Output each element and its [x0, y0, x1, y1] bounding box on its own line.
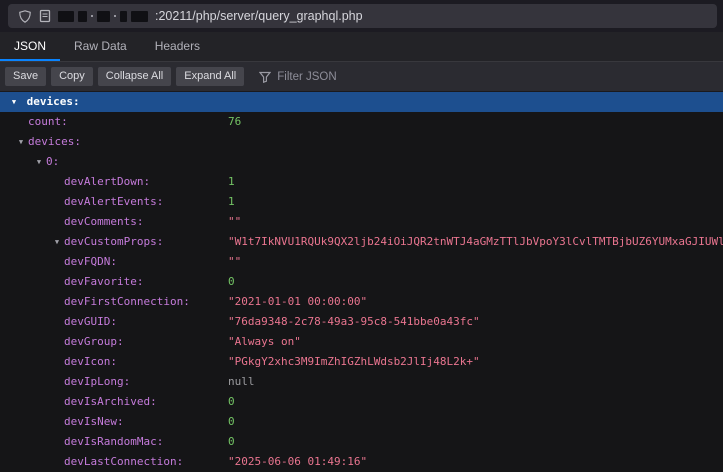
tracking-protection-shield-icon[interactable]: [18, 9, 32, 24]
json-value: "W1t7IkNVU1RQUk9QX2ljb24iOiJQR2tnWTJ4aGM…: [228, 232, 723, 252]
url-dot: [91, 15, 93, 17]
json-value: 0: [228, 272, 235, 292]
redacted-url-segment: [97, 11, 110, 22]
json-key: devIsRandomMac:: [64, 435, 163, 448]
json-row[interactable]: devIsArchived: 0: [0, 392, 723, 412]
json-root-row[interactable]: ▼ devices:: [0, 92, 723, 112]
json-row[interactable]: devIsNew: 0: [0, 412, 723, 432]
json-value: null: [228, 372, 255, 392]
json-value: "": [228, 252, 241, 272]
json-row[interactable]: devIpLong: null: [0, 372, 723, 392]
json-value: "2025-06-06 01:49:16": [228, 452, 367, 472]
json-tree: ▼ devices: count:76▼devices:▼0:devAlertD…: [0, 92, 723, 472]
json-value: "2021-01-01 00:00:00": [228, 292, 367, 312]
json-row[interactable]: devGUID: "76da9348-2c78-49a3-95c8-541bbe0…: [0, 312, 723, 332]
json-row[interactable]: ▼devices:: [0, 132, 723, 152]
json-key: devCustomProps:: [64, 235, 163, 248]
json-key: devGUID:: [64, 315, 117, 328]
save-button[interactable]: Save: [5, 67, 46, 86]
json-key: devices:: [28, 135, 81, 148]
json-key: devGroup:: [64, 335, 124, 348]
url-bar[interactable]: :20211/php/server/query_graphql.php: [8, 4, 717, 28]
json-key: count:: [28, 115, 68, 128]
url-dot: [114, 15, 116, 17]
browser-chrome: :20211/php/server/query_graphql.php: [0, 0, 723, 32]
filter-json-input[interactable]: [277, 71, 417, 83]
redacted-url-segment: [120, 11, 127, 22]
json-value: 1: [228, 172, 235, 192]
redacted-url-segment: [58, 11, 74, 22]
json-key: devices:: [27, 95, 80, 108]
redacted-url-segment: [78, 11, 87, 22]
json-row[interactable]: devIcon: "PGkgY2xhc3M9ImZhIGZhLWdsb2JlIj4…: [0, 352, 723, 372]
json-key: devIsArchived:: [64, 395, 157, 408]
json-key: devAlertEvents:: [64, 195, 163, 208]
json-row[interactable]: devFQDN: "": [0, 252, 723, 272]
twisty-icon[interactable]: ▼: [32, 152, 46, 172]
json-key: devIcon:: [64, 355, 117, 368]
copy-button[interactable]: Copy: [51, 67, 93, 86]
json-key: 0:: [46, 155, 59, 168]
json-key: devFQDN:: [64, 255, 117, 268]
json-key: devComments:: [64, 215, 143, 228]
json-key: devAlertDown:: [64, 175, 150, 188]
json-row[interactable]: devLastConnection: "2025-06-06 01:49:16": [0, 452, 723, 472]
filter-funnel-icon: [259, 71, 271, 83]
filter-box: [259, 71, 417, 83]
json-value: 1: [228, 192, 235, 212]
tab-headers[interactable]: Headers: [141, 32, 214, 61]
twisty-icon[interactable]: ▼: [14, 132, 28, 152]
twisty-icon[interactable]: ▼: [8, 92, 20, 112]
tab-json[interactable]: JSON: [0, 32, 60, 61]
json-row[interactable]: devComments: "": [0, 212, 723, 232]
json-row[interactable]: devGroup: "Always on": [0, 332, 723, 352]
json-toolbar: Save Copy Collapse All Expand All: [0, 62, 723, 92]
redacted-url-host: [58, 11, 148, 22]
json-row[interactable]: devIsRandomMac: 0: [0, 432, 723, 452]
json-row[interactable]: devAlertEvents: 1: [0, 192, 723, 212]
json-value: 0: [228, 432, 235, 452]
json-rows: count:76▼devices:▼0:devAlertDown:1devAle…: [0, 112, 723, 472]
json-row[interactable]: devAlertDown: 1: [0, 172, 723, 192]
tab-raw-data[interactable]: Raw Data: [60, 32, 141, 61]
json-viewer-tabbar: JSON Raw Data Headers: [0, 32, 723, 62]
json-value: "PGkgY2xhc3M9ImZhIGZhLWdsb2JlIj48L2k+": [228, 352, 480, 372]
site-identity-icon[interactable]: [39, 9, 51, 23]
redacted-url-segment: [131, 11, 148, 22]
collapse-all-button[interactable]: Collapse All: [98, 67, 171, 86]
json-key: devLastConnection:: [64, 455, 183, 468]
json-value: 76: [228, 112, 241, 132]
json-row[interactable]: devFavorite: 0: [0, 272, 723, 292]
json-value: 0: [228, 412, 235, 432]
json-row[interactable]: count: 76: [0, 112, 723, 132]
json-row[interactable]: devFirstConnection: "2021-01-01 00:00:00": [0, 292, 723, 312]
json-row[interactable]: ▼devCustomProps: "W1t7IkNVU1RQUk9QX2ljb24…: [0, 232, 723, 252]
json-row[interactable]: ▼0:: [0, 152, 723, 172]
json-value: "76da9348-2c78-49a3-95c8-541bbe0a43fc": [228, 312, 480, 332]
json-value: 0: [228, 392, 235, 412]
url-text[interactable]: :20211/php/server/query_graphql.php: [155, 9, 363, 23]
expand-all-button[interactable]: Expand All: [176, 67, 244, 86]
json-key: devIpLong:: [64, 375, 130, 388]
json-value: "Always on": [228, 332, 301, 352]
twisty-icon[interactable]: ▼: [50, 232, 64, 252]
json-key: devFirstConnection:: [64, 295, 190, 308]
json-value: "": [228, 212, 241, 232]
json-key: devIsNew:: [64, 415, 124, 428]
json-key: devFavorite:: [64, 275, 143, 288]
